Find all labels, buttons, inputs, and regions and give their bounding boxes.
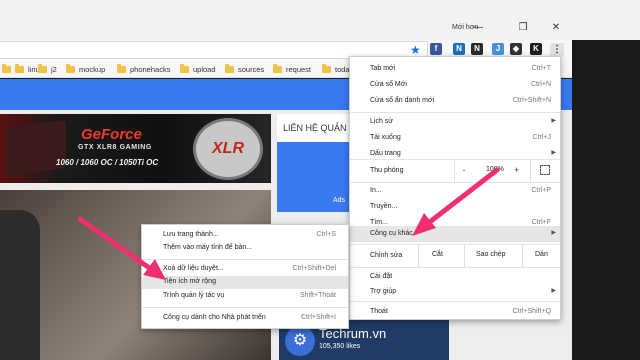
folder-icon — [66, 63, 75, 73]
bookmark-label: upload — [193, 64, 216, 74]
zoom-row: Thu phóng - 100% + — [350, 160, 560, 182]
menu-item-downloads[interactable]: Tải xuống Ctrl+J — [350, 130, 560, 146]
bookmark-folder-1[interactable] — [2, 63, 15, 75]
bookmark-upload[interactable]: upload — [180, 63, 216, 75]
maximize-button[interactable]: ❐ — [511, 18, 535, 38]
folder-icon — [225, 63, 234, 73]
ad-banner[interactable]: GeForce GTX XLR8 GAMING 1060 / 1060 OC /… — [0, 114, 271, 183]
ads-label: Ads — [333, 197, 346, 204]
folder-icon — [117, 63, 126, 73]
copy-button[interactable]: Sao chép — [476, 251, 506, 258]
bookmark-label: toda — [335, 64, 350, 74]
bookmark-toda[interactable]: toda — [322, 63, 350, 75]
submenu-separator — [142, 307, 348, 308]
menu-separator — [350, 301, 560, 302]
menu-item-print[interactable]: In... Ctrl+P — [350, 183, 560, 199]
menu-item-settings[interactable]: Cài đặt — [350, 269, 560, 285]
menu-separator — [350, 267, 560, 268]
bookmark-sources[interactable]: sources — [225, 63, 264, 75]
chevron-right-icon: ▶ — [551, 230, 556, 236]
bookmark-label: request — [286, 64, 312, 74]
bookmark-j2[interactable]: j2 — [38, 63, 57, 75]
minimize-button[interactable]: — — [466, 18, 490, 38]
menu-item-cast[interactable]: Truyền... — [350, 199, 560, 215]
banner-badge: XLR — [193, 118, 263, 180]
gear-icon: ⚙ — [285, 326, 315, 356]
chevron-right-icon: ▶ — [551, 288, 556, 294]
edit-label: Chỉnh sửa — [370, 252, 403, 259]
bookmark-label: phonehacks — [130, 64, 171, 74]
zoom-in-button[interactable]: + — [514, 165, 519, 175]
ext-puzzle-icon[interactable]: J — [492, 43, 504, 55]
menu-item-exit[interactable]: Thoát Ctrl+Shift+Q — [350, 304, 560, 320]
desktop-background — [572, 40, 640, 360]
edit-divider — [418, 245, 419, 267]
chrome-main-menu: Tab mới Ctrl+T Cửa sổ Mới Ctrl+N Cửa sổ ẩn… — [349, 56, 561, 320]
graphics-card-image — [6, 119, 66, 177]
zoom-label: Thu phóng — [370, 167, 404, 174]
edit-row: Chỉnh sửa Cắt Sao chép Dán — [350, 245, 560, 267]
submenu-item-save-page[interactable]: Lưu trang thành... Ctrl+S — [142, 229, 348, 242]
zoom-level: 100% — [486, 166, 504, 173]
window-titlebar: Mới hơn — ❐ ✕ — [0, 0, 640, 40]
bookmark-label: sources — [238, 64, 265, 74]
bookmark-mockup[interactable]: mockup — [66, 63, 105, 75]
folder-icon — [322, 63, 331, 73]
zoom-divider — [530, 160, 531, 182]
sidebar-title: LIÊN HỆ QUẢN — [277, 114, 357, 142]
menu-item-more-tools[interactable]: Công cụ khác ▶ — [350, 226, 560, 242]
phone-photo-detail — [0, 210, 40, 360]
submenu-item-clear-data[interactable]: Xoá dữ liệu duyệt... Ctrl+Shift+Del — [142, 263, 348, 276]
paste-button[interactable]: Dán — [535, 251, 548, 258]
banner-subtitle: GTX XLR8 GAMING — [78, 144, 152, 151]
chevron-right-icon: ▶ — [551, 150, 556, 156]
banner-brand: GeForce — [81, 126, 142, 143]
menu-separator — [350, 112, 560, 113]
cut-button[interactable]: Cắt — [432, 251, 443, 258]
close-window-button[interactable]: ✕ — [544, 18, 568, 38]
ext-shield-icon[interactable]: ◆ — [510, 43, 522, 55]
zoom-divider — [454, 160, 455, 182]
edit-divider — [522, 245, 523, 267]
submenu-item-task-manager[interactable]: Trình quản lý tác vụ Shift+Thoát — [142, 290, 348, 303]
folder-icon — [273, 63, 282, 73]
folder-icon — [15, 63, 24, 73]
edit-divider — [464, 245, 465, 267]
menu-item-help[interactable]: Trợ giúp ▶ — [350, 284, 560, 300]
bookmark-phonehacks[interactable]: phonehacks — [117, 63, 170, 75]
folder-icon — [38, 63, 47, 73]
ext-news-icon[interactable]: N — [453, 43, 465, 55]
menu-item-new-tab[interactable]: Tab mới Ctrl+T — [350, 61, 560, 77]
submenu-item-add-to-desktop[interactable]: Thêm vào máy tính để bàn... — [142, 242, 348, 255]
submenu-item-dev-tools[interactable]: Công cụ dành cho Nhà phát triển Ctrl+Shif… — [142, 312, 348, 325]
chevron-right-icon: ▶ — [551, 118, 556, 124]
submenu-item-extensions[interactable]: Tiện ích mở rộng — [142, 276, 348, 289]
bookmark-label: mockup — [79, 64, 106, 74]
menu-item-incognito[interactable]: Cửa sổ ẩn danh mới Ctrl+Shift+N — [350, 93, 560, 109]
more-tools-submenu: Lưu trang thành... Ctrl+S Thêm vào máy tí… — [141, 224, 349, 329]
folder-icon — [180, 63, 189, 73]
ext-k-icon[interactable]: K — [530, 43, 542, 55]
ext-n-icon[interactable]: N — [471, 43, 483, 55]
menu-item-history[interactable]: Lịch sử ▶ — [350, 114, 560, 130]
facebook-page-likes: 105,350 likes — [319, 343, 361, 350]
banner-models: 1060 / 1060 OC / 1050Ti OC — [56, 158, 159, 167]
bookmark-label: j2 — [51, 64, 57, 74]
fullscreen-icon[interactable] — [540, 165, 550, 175]
menu-item-new-window[interactable]: Cửa sổ Mới Ctrl+N — [350, 77, 560, 93]
bookmark-request[interactable]: request — [273, 63, 311, 75]
zoom-out-button[interactable]: - — [458, 165, 470, 175]
submenu-separator — [142, 259, 348, 260]
folder-icon — [2, 63, 11, 73]
chrome-menu-button[interactable]: ⋮ — [550, 43, 564, 57]
ext-f-icon[interactable]: f — [430, 43, 442, 55]
